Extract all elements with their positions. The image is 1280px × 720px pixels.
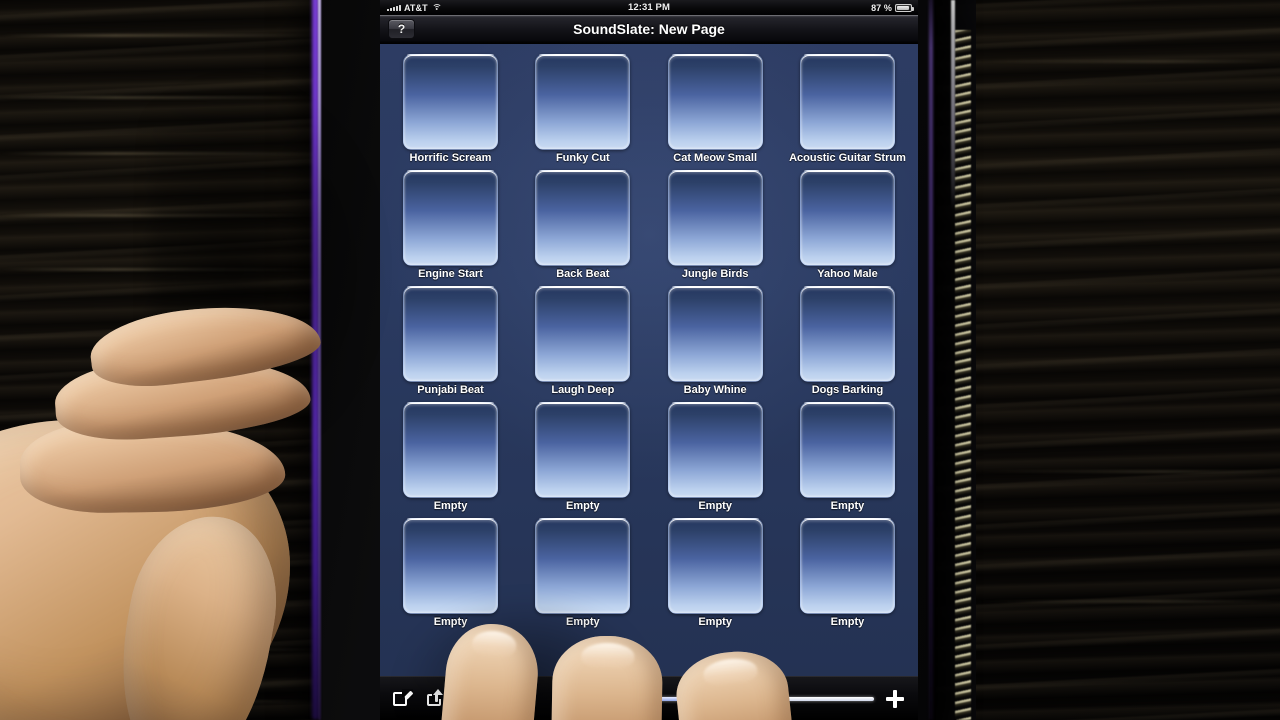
sound-pad[interactable] (799, 518, 895, 614)
pad-cell[interactable]: Acoustic Guitar Strum (789, 54, 906, 165)
pad-cell[interactable]: Back Beat (526, 170, 639, 281)
sound-pad[interactable] (799, 286, 895, 382)
pad-label: Empty (830, 500, 865, 512)
pad-label: Empty (830, 616, 865, 628)
sound-pad[interactable] (535, 170, 631, 266)
pad-row: Empty Empty Empty Empty (394, 518, 904, 629)
sound-pad[interactable] (799, 402, 895, 498)
plus-icon[interactable] (886, 689, 904, 708)
left-hand-thumb (104, 504, 291, 720)
wood-grain-streak (0, 648, 330, 651)
pad-cell[interactable]: Baby Whine (659, 286, 772, 397)
pad-label: Punjabi Beat (417, 384, 484, 396)
page-title: SoundSlate: New Page (573, 21, 725, 37)
sound-pad[interactable] (667, 170, 763, 266)
wood-grain-streak (0, 700, 330, 703)
compose-icon[interactable] (392, 688, 414, 709)
scene-photo: AT&T 12:31 PM 87 % ? SoundSlate: New Pag… (0, 0, 1280, 720)
pad-cell[interactable]: Funky Cut (526, 54, 639, 165)
pad-label: Empty (433, 616, 468, 628)
pad-label: Laugh Deep (551, 384, 615, 396)
sound-pad[interactable] (667, 518, 763, 614)
bezel-rim-light-right (929, 0, 933, 720)
sound-pad[interactable] (667, 54, 763, 150)
sound-pad[interactable] (535, 402, 631, 498)
sound-pad[interactable] (403, 54, 498, 150)
pad-label: Jungle Birds (681, 268, 749, 280)
sound-pad[interactable] (535, 518, 631, 614)
sound-pad[interactable] (403, 170, 498, 266)
pad-cell[interactable]: Horrific Scream (394, 54, 507, 165)
pad-cell[interactable]: Empty (791, 518, 904, 629)
wood-grain-streak (980, 470, 1280, 473)
wood-grain-streak (0, 214, 330, 217)
pad-row: Engine Start Back Beat Jungle Birds Yaho… (394, 170, 904, 281)
wood-grain-streak (0, 268, 330, 271)
pad-cell[interactable]: Empty (659, 518, 772, 629)
nav-bar: ? SoundSlate: New Page (380, 15, 918, 44)
left-hand-finger (52, 349, 313, 445)
wood-grain-streak (980, 60, 1280, 63)
pad-cell[interactable]: Engine Start (394, 170, 507, 281)
pad-label: Empty (698, 616, 732, 628)
left-hand-finger (86, 294, 324, 394)
pad-row: Horrific Scream Funky Cut Cat Meow Small… (394, 54, 906, 165)
wood-grain-streak (0, 34, 330, 37)
bezel-rim-highlight (318, 0, 321, 720)
battery-icon (895, 3, 914, 12)
pad-label: Empty (433, 500, 468, 512)
pad-cell[interactable]: Empty (394, 518, 507, 629)
pad-label: Acoustic Guitar Strum (789, 152, 906, 164)
page-scrubber[interactable] (610, 696, 874, 701)
pad-row: Punjabi Beat Laugh Deep Baby Whine Dogs … (394, 286, 904, 397)
stitched-case-cord (955, 30, 971, 720)
status-bar-clock: 12:31 PM (628, 2, 670, 13)
left-hand-palm (0, 420, 290, 720)
wood-grain-streak (0, 96, 330, 99)
pad-cell[interactable]: Yahoo Male (791, 170, 904, 281)
pad-cell[interactable]: Empty (394, 402, 507, 513)
pad-label: Horrific Scream (409, 152, 492, 164)
pad-label: Empty (566, 616, 600, 628)
status-bar: AT&T 12:31 PM 87 % (380, 0, 918, 15)
pad-cell[interactable]: Empty (791, 402, 904, 513)
sound-pad[interactable] (667, 286, 763, 382)
sound-pad[interactable] (667, 402, 763, 498)
pad-cell[interactable]: Dogs Barking (791, 286, 904, 397)
pad-cell[interactable]: Empty (526, 518, 639, 629)
pad-cell[interactable]: Empty (526, 402, 639, 513)
pad-cell[interactable]: Laugh Deep (526, 286, 639, 397)
pad-label: Back Beat (556, 268, 610, 280)
bottom-toolbar (380, 676, 918, 720)
pad-label: Funky Cut (555, 152, 610, 164)
sound-pad[interactable] (799, 54, 895, 150)
pad-cell[interactable]: Cat Meow Small (659, 54, 772, 165)
left-hand-finger (19, 417, 286, 515)
sound-pad[interactable] (403, 518, 498, 614)
pad-label: Baby Whine (683, 384, 747, 396)
pad-cell[interactable]: Punjabi Beat (394, 286, 507, 397)
sound-pad[interactable] (535, 54, 631, 150)
wood-grain-streak (980, 600, 1280, 603)
pad-label: Empty (698, 500, 732, 512)
pad-label: Yahoo Male (817, 268, 878, 280)
ipad-screen: AT&T 12:31 PM 87 % ? SoundSlate: New Pag… (380, 0, 918, 720)
pad-cell[interactable]: Jungle Birds (659, 170, 772, 281)
pad-label: Cat Meow Small (673, 152, 758, 164)
pad-label: Engine Start (418, 268, 483, 280)
pad-row: Empty Empty Empty Empty (394, 402, 904, 513)
sound-pad-grid: Horrific Scream Funky Cut Cat Meow Small… (380, 44, 918, 676)
pad-label: Empty (566, 500, 600, 512)
ipad-device: AT&T 12:31 PM 87 % ? SoundSlate: New Pag… (312, 0, 933, 720)
case-edge-highlight (951, 0, 955, 210)
pad-cell[interactable]: Empty (659, 402, 772, 513)
pad-label: Dogs Barking (811, 384, 884, 396)
sound-pad[interactable] (535, 286, 631, 382)
wood-grain-streak (0, 152, 330, 155)
sound-pad[interactable] (799, 170, 895, 266)
sound-pad[interactable] (403, 402, 498, 498)
share-icon[interactable] (426, 688, 446, 709)
sound-pad[interactable] (403, 286, 498, 382)
